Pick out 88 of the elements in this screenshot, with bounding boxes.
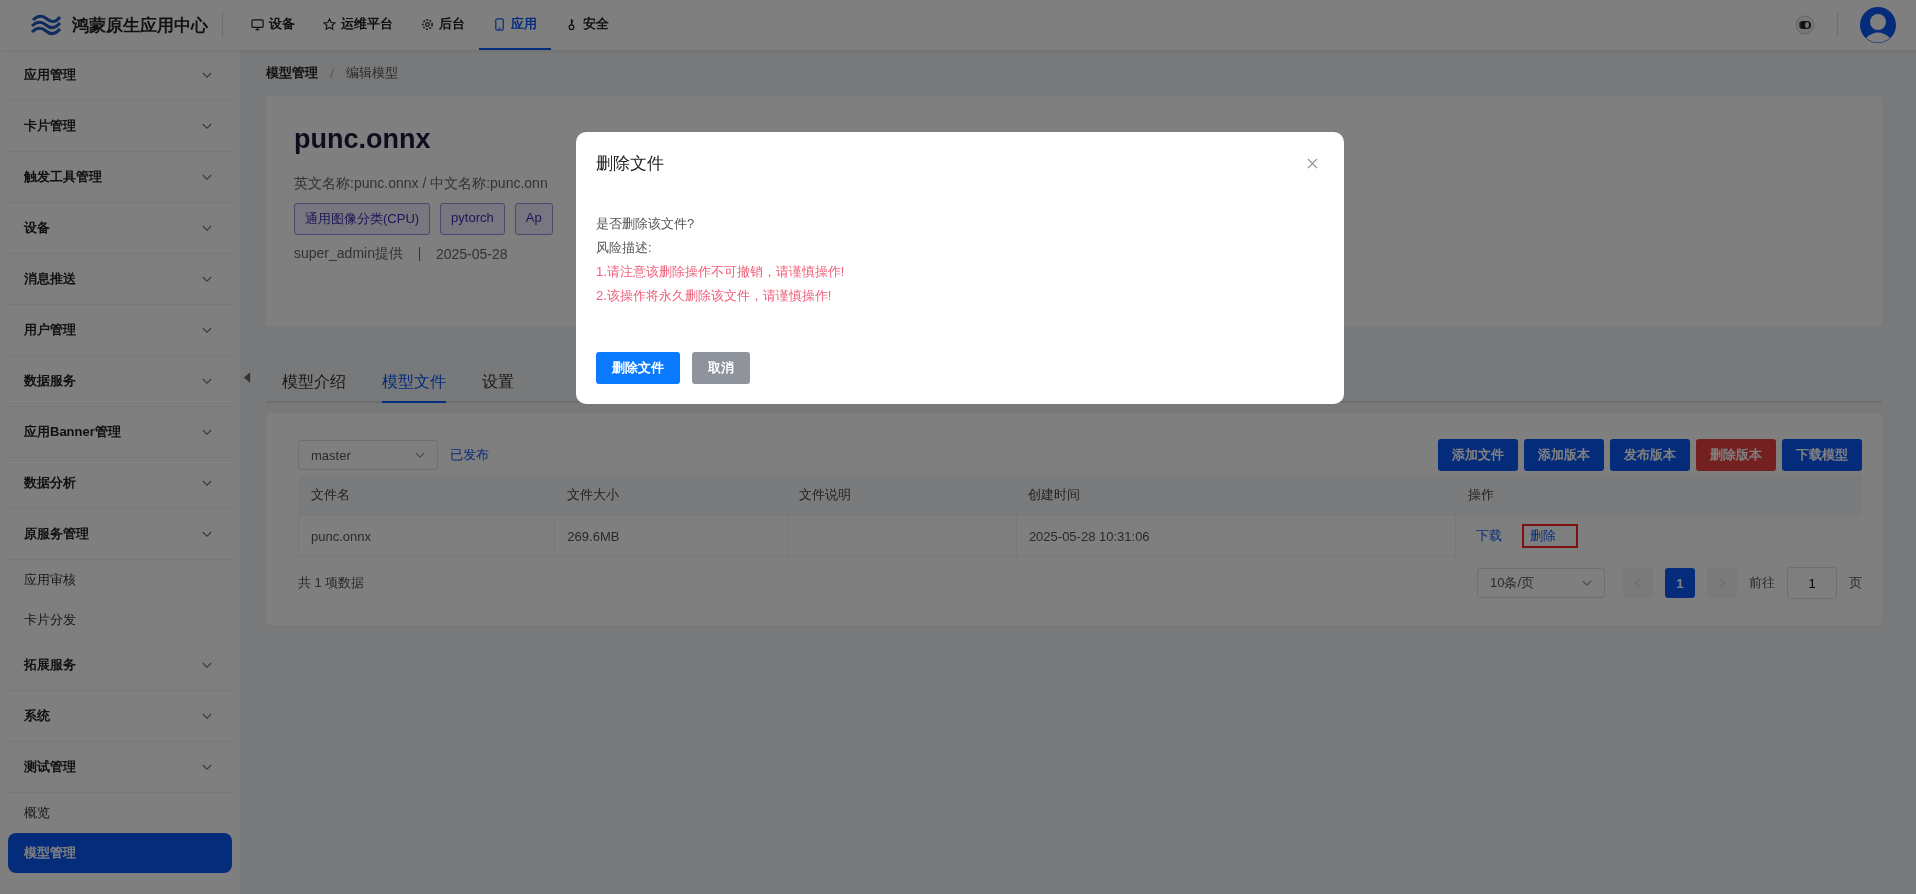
sidebar-group[interactable]: 应用Banner管理 bbox=[8, 407, 232, 458]
chevron-down-icon bbox=[202, 326, 212, 334]
settings-icon bbox=[421, 17, 434, 31]
table-cell: 269.6MB bbox=[554, 515, 788, 557]
sidebar-group[interactable]: 应用管理 bbox=[8, 50, 232, 101]
breadcrumb-link[interactable]: 模型管理 bbox=[266, 64, 318, 82]
chevron-down-icon bbox=[202, 428, 212, 436]
model-tag: pytorch bbox=[440, 203, 505, 235]
sidebar-group[interactable]: 系统 bbox=[8, 691, 232, 742]
sidebar-item[interactable]: 卡片分发 bbox=[8, 600, 232, 640]
nav-tab[interactable]: 后台 bbox=[407, 0, 479, 50]
dialog-title: 删除文件 bbox=[596, 153, 664, 175]
column-header: 文件名 bbox=[298, 475, 555, 516]
total-count: 共 1 项数据 bbox=[298, 574, 365, 592]
sidebar-group[interactable]: 测试管理 bbox=[8, 742, 232, 793]
action-button[interactable]: 添加版本 bbox=[1524, 439, 1604, 471]
provider-text: super_admin提供 bbox=[294, 245, 403, 263]
delete-version-button[interactable]: 删除版本 bbox=[1696, 439, 1776, 471]
action-button[interactable]: 下载模型 bbox=[1782, 439, 1862, 471]
chevron-down-icon bbox=[202, 173, 212, 181]
cancel-button[interactable]: 取消 bbox=[692, 352, 750, 384]
sidebar-group[interactable]: 数据服务 bbox=[8, 356, 232, 407]
caret-left-icon bbox=[243, 371, 251, 383]
page-button[interactable]: 1 bbox=[1665, 568, 1695, 598]
chevron-down-icon bbox=[202, 712, 212, 720]
chevron-down-icon bbox=[202, 763, 212, 771]
phone-icon bbox=[493, 17, 506, 31]
dialog-text: 风险描述: bbox=[596, 239, 653, 257]
tab[interactable]: 设置 bbox=[482, 366, 514, 403]
tab[interactable]: 模型介绍 bbox=[282, 366, 346, 403]
chevron-down-icon bbox=[202, 479, 212, 487]
sidebar-item[interactable]: 概览 bbox=[8, 793, 232, 833]
model-name: punc.onnx bbox=[294, 124, 432, 155]
nav-tab[interactable]: 运维平台 bbox=[309, 0, 407, 50]
branch-select[interactable]: master bbox=[298, 440, 438, 470]
chevron-down-icon bbox=[202, 275, 212, 283]
status-text: 已发布 bbox=[450, 446, 489, 464]
sidebar-group[interactable]: 拓展服务 bbox=[8, 640, 232, 691]
sidebar-item[interactable]: 模型管理 bbox=[8, 833, 232, 873]
sidebar-group[interactable]: 卡片管理 bbox=[8, 101, 232, 152]
nav-tab[interactable]: 应用 bbox=[479, 0, 551, 50]
model-tag: Ap bbox=[514, 203, 553, 235]
sidebar-group[interactable]: 数据分析 bbox=[8, 458, 232, 509]
row-action-link[interactable]: 删除 bbox=[1522, 523, 1579, 548]
breadcrumb-current: 编辑模型 bbox=[345, 64, 398, 82]
sidebar-group[interactable]: 原服务管理 bbox=[8, 509, 232, 560]
sidebar-group[interactable]: 消息推送 bbox=[8, 254, 232, 305]
table-cell: punc.onnx bbox=[298, 515, 555, 557]
dialog-text: 1.请注意该删除操作不可撤销，请谨慎操作! bbox=[596, 263, 846, 281]
sidebar-group[interactable]: 设备 bbox=[8, 203, 232, 254]
chevron-down-icon bbox=[202, 71, 212, 79]
page-suffix: 页 bbox=[1849, 574, 1862, 592]
chevron-down-icon bbox=[202, 224, 212, 232]
goto-label: 前往 bbox=[1749, 574, 1775, 592]
goto-page-field[interactable]: 1 bbox=[1787, 567, 1837, 599]
sidebar-group[interactable]: 触发工具管理 bbox=[8, 152, 232, 203]
action-button[interactable]: 添加文件 bbox=[1438, 439, 1518, 471]
table-cell: 2025-05-28 10:31:06 bbox=[1016, 515, 1456, 557]
star-icon bbox=[323, 17, 336, 31]
app-title: 鸿蒙原生应用中心 bbox=[72, 14, 208, 37]
nav-tab[interactable]: 设备 bbox=[237, 0, 309, 50]
dialog-text: 2.该操作将永久删除该文件，请谨慎操作! bbox=[596, 287, 833, 305]
column-header: 文件大小 bbox=[554, 475, 788, 516]
row-action-link[interactable]: 下载 bbox=[1468, 523, 1511, 548]
column-header: 文件说明 bbox=[787, 475, 1017, 516]
chevron-down-icon bbox=[202, 377, 212, 385]
column-header: 创建时间 bbox=[1016, 475, 1456, 516]
sidebar-item[interactable]: 应用审核 bbox=[8, 560, 232, 600]
confirm-button[interactable]: 删除文件 bbox=[596, 352, 680, 384]
date-text: 2025-05-28 bbox=[435, 246, 508, 262]
monitor-icon bbox=[251, 17, 264, 31]
close-icon[interactable] bbox=[1307, 158, 1318, 169]
page-size-select[interactable]: 10条/页 bbox=[1477, 568, 1605, 598]
sidebar-group[interactable]: 用户管理 bbox=[8, 305, 232, 356]
nav-tab[interactable]: 安全 bbox=[551, 0, 623, 50]
avatar-icon[interactable] bbox=[1860, 7, 1896, 43]
action-button[interactable]: 发布版本 bbox=[1610, 439, 1690, 471]
chevron-down-icon bbox=[415, 451, 425, 459]
chevron-down-icon bbox=[202, 530, 212, 538]
dialog-text: 是否删除该文件? bbox=[596, 215, 696, 233]
model-names: 英文名称:punc.onnx / 中文名称:punc.onn bbox=[294, 175, 549, 193]
column-header: 操作 bbox=[1455, 475, 1862, 516]
breadcrumb-separator: / bbox=[330, 65, 334, 81]
chevron-down-icon bbox=[1582, 579, 1592, 587]
model-tag: 通用图像分类(CPU) bbox=[294, 203, 431, 235]
tab[interactable]: 模型文件 bbox=[382, 366, 446, 403]
chevron-down-icon bbox=[202, 122, 212, 130]
chevron-down-icon bbox=[202, 661, 212, 669]
